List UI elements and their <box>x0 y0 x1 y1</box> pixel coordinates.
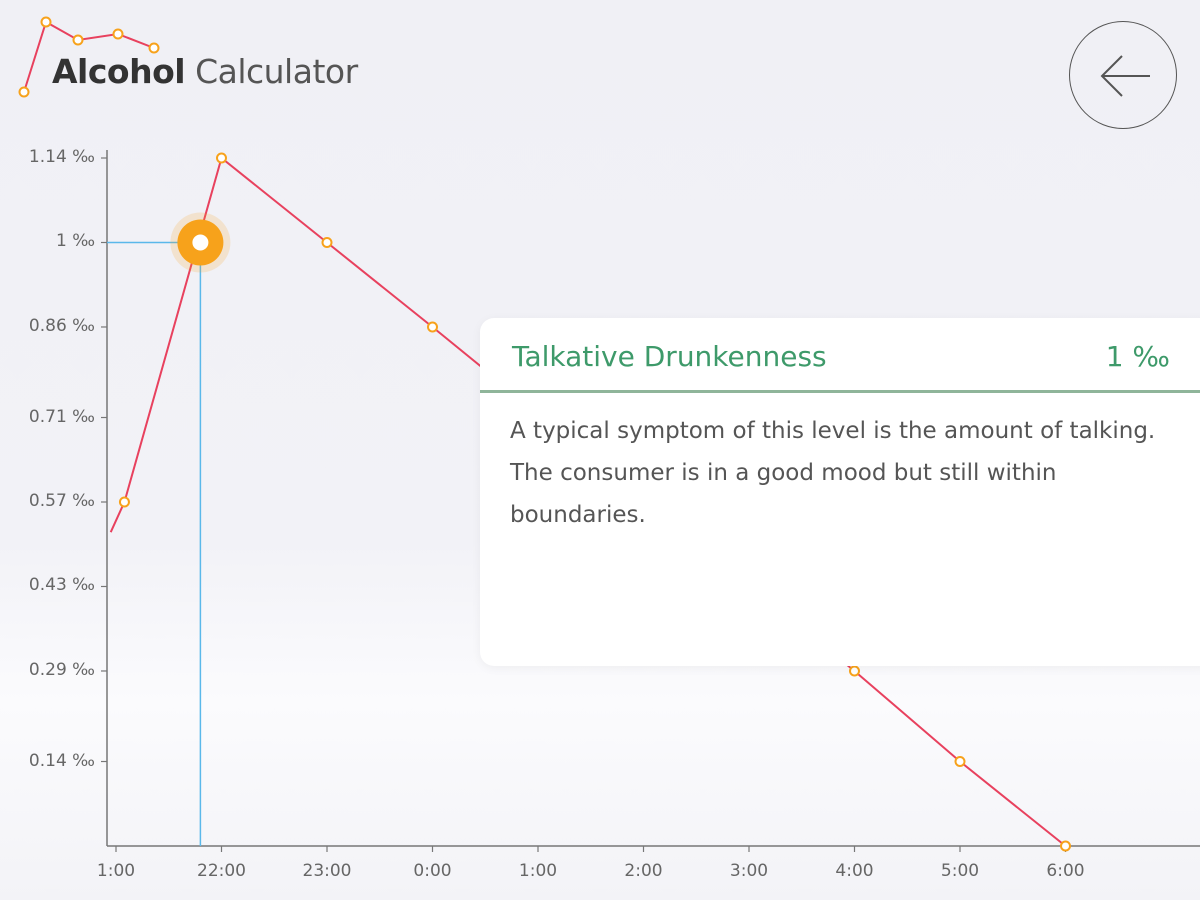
y-tick-label: 1 ‰ <box>55 231 95 252</box>
y-tick-label: 0.29 ‰ <box>28 659 95 680</box>
level-description: A typical symptom of this level is the a… <box>510 418 1156 528</box>
y-tick-label: 1.14 ‰ <box>28 147 95 167</box>
x-tick-label: 3:00 <box>729 861 769 881</box>
y-tick-label: 0.71 ‰ <box>28 406 95 427</box>
data-point <box>954 756 966 768</box>
data-point <box>321 236 333 248</box>
data-point <box>118 496 130 508</box>
y-tick-label: 0.14 ‰ <box>28 750 95 771</box>
x-tick-label: 0:00 <box>413 861 452 881</box>
y-tick-label: 0.57 ‰ <box>28 491 95 511</box>
level-value: 1 ‰ <box>1105 340 1170 373</box>
selected-point-center <box>192 234 209 251</box>
y-tick-label: 0.43 ‰ <box>28 575 95 596</box>
data-point <box>216 152 227 164</box>
y-tick-label: 0.86 ‰ <box>28 315 95 336</box>
x-tick-label: 23:00 <box>302 861 352 881</box>
card-header: Talkative Drunkenness 1 ‰ <box>480 318 1200 393</box>
x-tick-label: 22:00 <box>197 861 246 881</box>
level-info-card: Talkative Drunkenness 1 ‰ A typical symp… <box>480 318 1200 666</box>
x-tick-label: 2:00 <box>624 861 663 881</box>
x-tick-label: 6:00 <box>1046 861 1085 881</box>
x-tick-label: 1:00 <box>518 861 558 881</box>
data-point <box>427 321 438 333</box>
x-tick-label: 4:00 <box>835 861 874 881</box>
data-point <box>1060 840 1071 852</box>
level-title: Talkative Drunkenness <box>512 340 827 373</box>
data-point <box>849 665 860 677</box>
x-tick-label: 5:00 <box>940 861 980 881</box>
x-tick-label: 1:00 <box>96 861 136 881</box>
